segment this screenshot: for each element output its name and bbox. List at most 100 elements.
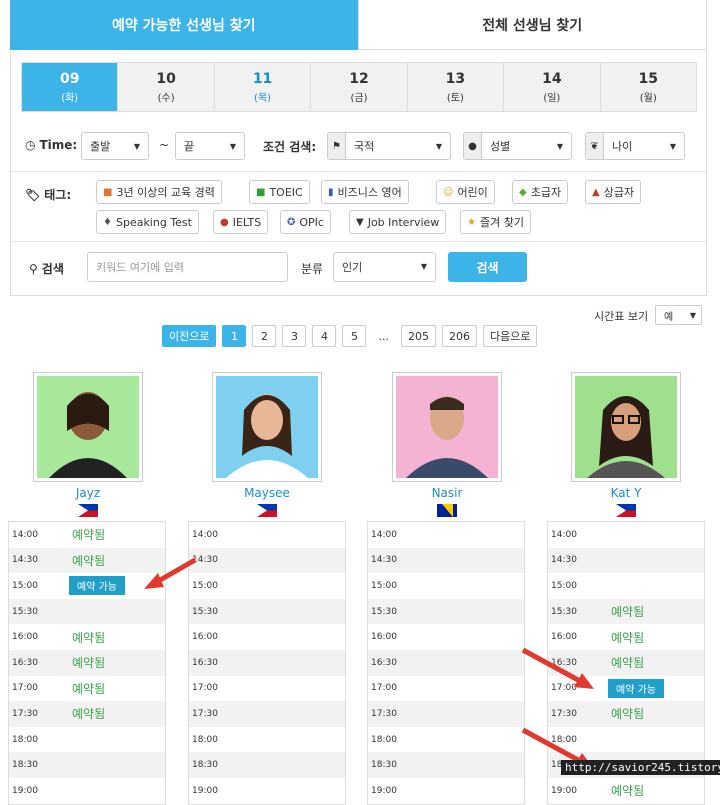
tag-experience[interactable]: ■ 3년 이상의 교육 경력 bbox=[96, 180, 222, 204]
avatar[interactable] bbox=[212, 372, 322, 482]
time-slot[interactable]: 17:30 bbox=[368, 701, 524, 727]
time-slot[interactable]: 19:00 bbox=[9, 777, 165, 804]
time-slot[interactable]: 17:00 bbox=[189, 675, 345, 702]
page-button[interactable]: 4 bbox=[312, 325, 337, 347]
day-item[interactable]: 09 (화) bbox=[22, 63, 118, 111]
time-slot[interactable]: 19:00 예약됨 bbox=[548, 777, 704, 804]
time-slot[interactable]: 17:30 예약됨 bbox=[548, 701, 704, 727]
tag-ielts[interactable]: ● IELTS bbox=[213, 210, 269, 234]
day-item[interactable]: 13 (토) bbox=[406, 63, 504, 111]
time-slot[interactable]: 16:30 bbox=[189, 649, 345, 676]
time-start-select[interactable]: 출발 ▼ bbox=[81, 132, 149, 160]
day-item[interactable]: 11 (목) bbox=[213, 63, 311, 111]
tutor-card[interactable]: Nasir bbox=[392, 372, 502, 517]
time-slot[interactable]: 16:30 예약됨 bbox=[9, 649, 165, 676]
time-slot[interactable]: 14:30 bbox=[189, 547, 345, 574]
time-slot[interactable]: 18:00 bbox=[9, 726, 165, 753]
schedule-column: 14:00 14:30 15:00 15:30 16:00 16:30 17:00 17:30… bbox=[188, 521, 346, 805]
slot-time: 16:00 bbox=[371, 632, 397, 643]
page-button[interactable]: 1 bbox=[222, 325, 247, 347]
tutor-name[interactable]: Jayz bbox=[33, 486, 143, 500]
search-button[interactable]: 검색 bbox=[448, 252, 527, 282]
tutor-card[interactable]: Maysee bbox=[212, 372, 322, 517]
tutor-name[interactable]: Kat Y bbox=[571, 486, 681, 500]
tutor-card[interactable]: Kat Y bbox=[571, 372, 681, 517]
time-slot[interactable]: 18:30 bbox=[189, 752, 345, 778]
page-button[interactable]: 205 bbox=[400, 325, 436, 347]
book-available-button[interactable]: 예약 가능 bbox=[69, 576, 125, 596]
tab-all-teachers[interactable]: 전체 선생님 찾기 bbox=[357, 0, 707, 50]
time-slot[interactable]: 15:00 bbox=[189, 573, 345, 599]
time-slot[interactable]: 14:30 bbox=[548, 547, 704, 574]
tutor-name[interactable]: Nasir bbox=[392, 486, 502, 500]
time-slot[interactable]: 14:00 bbox=[548, 522, 704, 548]
time-slot[interactable]: 16:00 예약됨 bbox=[9, 624, 165, 650]
time-slot[interactable]: 19:00 bbox=[368, 777, 524, 804]
tab-bar: 예약 가능한 선생님 찾기 전체 선생님 찾기 bbox=[10, 0, 707, 50]
time-slot[interactable]: 15:00 bbox=[368, 573, 524, 599]
page-button[interactable]: 206 bbox=[441, 325, 477, 347]
time-slot[interactable]: 18:30 bbox=[9, 752, 165, 778]
slot-time: 17:00 bbox=[12, 683, 38, 694]
nationality-select[interactable]: ⚑ 국적 ▼ bbox=[327, 132, 451, 160]
gender-select[interactable]: ● 성별 ▼ bbox=[463, 132, 572, 160]
time-slot[interactable]: 15:30 bbox=[9, 598, 165, 625]
tag-advanced[interactable]: ▲ 상급자 bbox=[585, 180, 642, 204]
time-slot[interactable]: 19:00 bbox=[189, 777, 345, 804]
avatar[interactable] bbox=[33, 372, 143, 482]
time-slot[interactable]: 15:00 bbox=[548, 573, 704, 599]
sort-select[interactable]: 인기 ▼ bbox=[333, 252, 436, 282]
avatar[interactable] bbox=[392, 372, 502, 482]
age-select[interactable]: ❦ 나이 ▼ bbox=[585, 132, 685, 160]
philippines-flag-icon bbox=[78, 504, 98, 517]
tutor-card[interactable]: Jayz bbox=[33, 372, 143, 517]
day-item[interactable]: 15 (월) bbox=[599, 63, 696, 111]
book-available-button[interactable]: 예약 가능 bbox=[608, 678, 664, 698]
time-slot[interactable]: 17:00 bbox=[368, 675, 524, 702]
tag-kids[interactable]: ☺ 어린이 bbox=[436, 180, 495, 204]
time-slot[interactable]: 14:00 bbox=[368, 522, 524, 548]
time-end-select[interactable]: 끝 ▼ bbox=[175, 132, 245, 160]
slot-time: 15:30 bbox=[12, 606, 38, 617]
tag-business[interactable]: ▮ 비즈니스 영어 bbox=[321, 180, 409, 204]
prev-page-button[interactable]: 이전으로 bbox=[162, 325, 217, 347]
time-slot[interactable]: 16:00 bbox=[189, 624, 345, 650]
page-button[interactable]: 5 bbox=[342, 325, 367, 347]
tab-available-teachers[interactable]: 예약 가능한 선생님 찾기 bbox=[10, 0, 358, 50]
time-slot[interactable]: 14:00 예약됨 bbox=[9, 522, 165, 548]
time-slot[interactable]: 16:30 bbox=[368, 649, 524, 676]
time-slot[interactable]: 16:00 bbox=[368, 624, 524, 650]
tag-beginner[interactable]: ◆ 초급자 bbox=[512, 180, 569, 204]
tutor-name[interactable]: Maysee bbox=[212, 486, 322, 500]
time-slot[interactable]: 17:00 예약됨 bbox=[9, 675, 165, 702]
keyword-input[interactable]: 키워드 여기에 입력 bbox=[87, 252, 288, 282]
tag-interview[interactable]: ▼ Job Interview bbox=[349, 210, 447, 234]
day-item[interactable]: 10 (수) bbox=[117, 63, 214, 111]
chevron-down-icon: ▼ bbox=[133, 142, 140, 151]
time-slot[interactable]: 18:30 bbox=[368, 752, 524, 778]
time-slot[interactable]: 17:30 예약됨 bbox=[9, 701, 165, 727]
time-slot[interactable]: 18:00 bbox=[368, 726, 524, 753]
day-item[interactable]: 14 (일) bbox=[503, 63, 600, 111]
day-item[interactable]: 12 (금) bbox=[310, 63, 407, 111]
time-slot[interactable]: 15:30 예약됨 bbox=[548, 598, 704, 625]
time-slot[interactable]: 15:30 bbox=[189, 598, 345, 625]
time-slot[interactable]: 18:00 bbox=[189, 726, 345, 753]
time-slot[interactable]: 14:00 bbox=[189, 522, 345, 548]
tag-favorites[interactable]: ★ 즐겨 찾기 bbox=[460, 210, 531, 234]
timetable-select[interactable]: 예 ▼ bbox=[655, 305, 702, 325]
avatar[interactable] bbox=[571, 372, 681, 482]
slot-time: 16:00 bbox=[192, 632, 218, 643]
next-page-button[interactable]: 다음으로 bbox=[482, 325, 538, 347]
tag-speaking[interactable]: ♦ Speaking Test bbox=[96, 210, 199, 234]
time-slot[interactable]: 17:30 bbox=[189, 701, 345, 727]
booked-status: 예약됨 bbox=[72, 553, 106, 568]
slot-time: 17:00 bbox=[371, 683, 397, 694]
tag-opic[interactable]: ✪ OPIc bbox=[280, 210, 331, 234]
tag-toeic[interactable]: ■ TOEIC bbox=[249, 180, 310, 204]
time-slot[interactable]: 14:30 bbox=[368, 547, 524, 574]
slot-time: 16:30 bbox=[12, 657, 38, 668]
time-slot[interactable]: 15:30 bbox=[368, 598, 524, 625]
page-button[interactable]: 2 bbox=[252, 325, 277, 347]
page-button[interactable]: 3 bbox=[282, 325, 307, 347]
